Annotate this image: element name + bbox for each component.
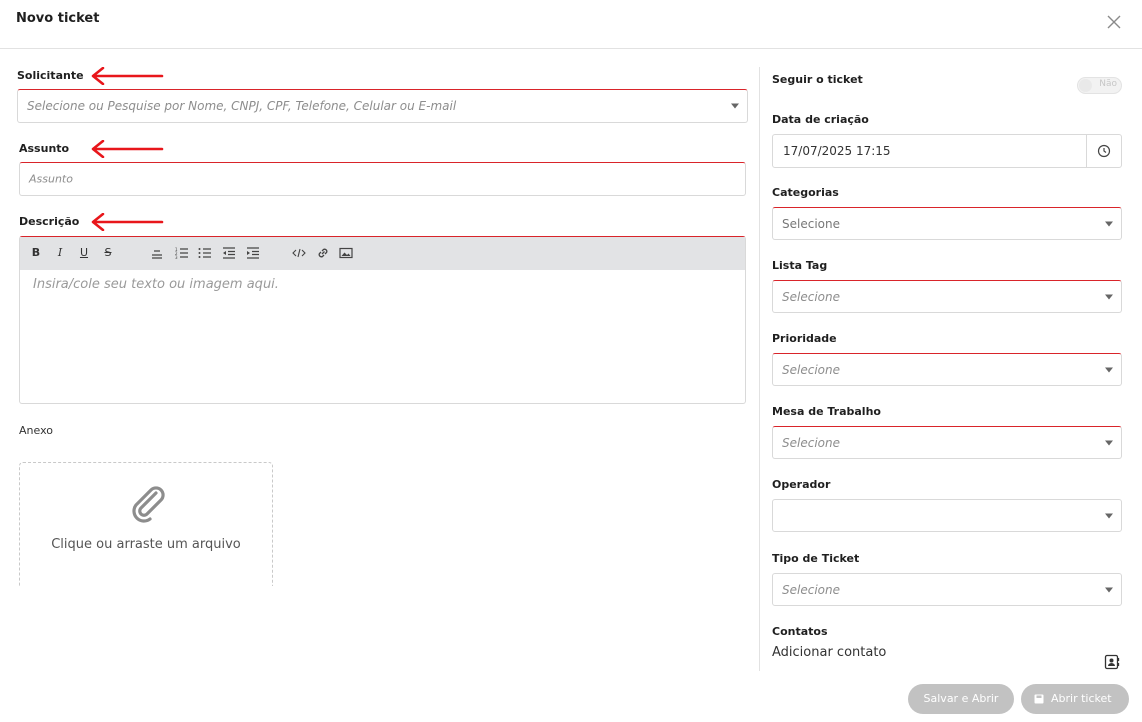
categorias-label: Categorias [772,186,839,199]
editor-placeholder: Insira/cole seu texto ou imagem aqui. [33,277,279,292]
image-icon[interactable] [338,245,354,261]
modal-header: Novo ticket [0,0,1142,49]
chevron-down-icon [1105,440,1113,445]
lista-tag-placeholder: Selecione [782,289,840,304]
prioridade-placeholder: Selecione [782,362,840,377]
tipo-select[interactable]: Selecione [772,573,1122,606]
anexo-label: Anexo [19,424,53,437]
open-ticket-button[interactable]: Abrir ticket [1021,684,1129,714]
assunto-input[interactable]: Assunto [19,162,746,196]
categorias-select[interactable]: Selecione [772,207,1122,240]
lista-tag-label: Lista Tag [772,259,828,272]
clock-icon [1097,144,1111,158]
link-icon[interactable] [315,245,331,261]
tipo-label: Tipo de Ticket [772,552,860,565]
contact-book-icon[interactable] [1104,654,1120,670]
annotation-arrow-icon [91,140,164,158]
bullet-list-icon[interactable] [197,245,213,261]
toggle-knob [1079,79,1092,92]
editor-toolbar: B I U S 123 [20,237,745,270]
add-contact-link[interactable]: Adicionar contato [772,645,886,660]
save-icon [1034,694,1044,704]
operador-select[interactable] [772,499,1122,532]
descricao-label: Descrição [19,215,80,228]
dropzone-text: Clique ou arraste um arquivo [51,537,241,552]
mesa-placeholder: Selecione [782,435,840,450]
prioridade-label: Prioridade [772,332,837,345]
strikethrough-button[interactable]: S [100,245,116,261]
svg-text:3: 3 [175,255,178,260]
chevron-down-icon [1105,294,1113,299]
file-dropzone[interactable]: Clique ou arraste um arquivo [19,462,273,586]
code-icon[interactable] [291,245,307,261]
align-icon[interactable] [149,245,165,261]
bold-button[interactable]: B [28,245,44,261]
indent-icon[interactable] [245,245,261,261]
underline-button[interactable]: U [76,245,92,261]
description-editor[interactable]: B I U S 123 Insira/cole seu texto ou ima… [19,236,746,404]
ordered-list-icon[interactable]: 123 [174,245,190,261]
prioridade-select[interactable]: Selecione [772,353,1122,386]
save-and-open-button[interactable]: Salvar e Abrir [908,684,1014,714]
creation-date-value: 17/07/2025 17:15 [783,144,891,158]
categorias-value: Selecione [782,216,840,231]
paperclip-icon [132,486,165,523]
column-divider [759,67,760,671]
follow-toggle[interactable]: Não [1077,77,1122,94]
close-icon[interactable] [1104,12,1124,32]
annotation-arrow-icon [91,213,164,231]
toggle-text: Não [1099,79,1117,89]
solicitante-label: Solicitante [17,69,84,82]
mesa-label: Mesa de Trabalho [772,405,881,418]
assunto-label: Assunto [19,142,70,155]
solicitante-select[interactable]: Selecione ou Pesquise por Nome, CNPJ, CP… [17,89,748,123]
assunto-placeholder: Assunto [29,172,73,186]
chevron-down-icon [1105,587,1113,592]
annotation-arrow-icon [91,67,164,85]
chevron-down-icon [1105,221,1113,226]
chevron-down-icon [1105,513,1113,518]
outdent-icon[interactable] [221,245,237,261]
tipo-placeholder: Selecione [782,582,840,597]
creation-date-input[interactable]: 17/07/2025 17:15 [772,134,1122,168]
data-criacao-label: Data de criação [772,113,869,126]
modal-title: Novo ticket [16,11,100,26]
lista-tag-select[interactable]: Selecione [772,280,1122,313]
open-ticket-label: Abrir ticket [1051,692,1112,705]
date-picker-button[interactable] [1086,135,1121,167]
mesa-select[interactable]: Selecione [772,426,1122,459]
chevron-down-icon [1105,367,1113,372]
solicitante-placeholder: Selecione ou Pesquise por Nome, CNPJ, CP… [27,99,457,113]
operador-label: Operador [772,478,831,491]
contatos-label: Contatos [772,625,828,638]
italic-button[interactable]: I [52,245,68,261]
chevron-down-icon [731,103,739,109]
seguir-label: Seguir o ticket [772,73,863,86]
